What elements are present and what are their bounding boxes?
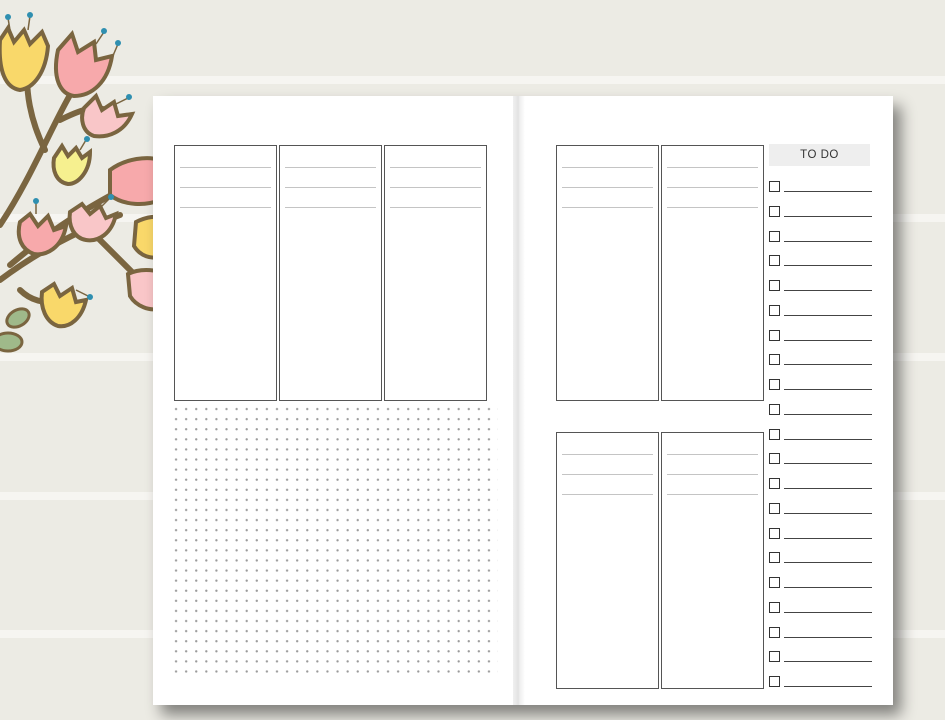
column-header-line <box>562 494 653 495</box>
todo-write-line[interactable] <box>784 562 872 564</box>
floral-decoration <box>0 12 160 353</box>
todo-checkbox[interactable] <box>769 552 780 564</box>
column-header-line <box>562 167 653 168</box>
todo-checkbox[interactable] <box>769 601 780 613</box>
todo-item <box>769 402 873 427</box>
todo-checkbox[interactable] <box>769 329 780 341</box>
todo-checkbox[interactable] <box>769 304 780 316</box>
left-column-1[interactable] <box>174 145 277 401</box>
todo-write-line[interactable] <box>784 537 872 539</box>
todo-write-line[interactable] <box>784 191 872 192</box>
todo-write-line[interactable] <box>784 265 872 267</box>
todo-checkbox[interactable] <box>769 379 780 390</box>
right-bottom-column-2[interactable] <box>661 432 764 689</box>
todo-item <box>769 352 873 377</box>
column-header-line <box>667 494 758 495</box>
todo-title: TO DO <box>769 144 870 166</box>
todo-checkbox[interactable] <box>769 527 780 539</box>
todo-write-line[interactable] <box>784 463 872 465</box>
todo-item <box>769 204 873 229</box>
todo-write-line[interactable] <box>784 240 872 242</box>
todo-checkbox[interactable] <box>769 428 780 440</box>
column-header-line <box>180 207 271 208</box>
todo-write-line[interactable] <box>784 413 872 415</box>
todo-checkbox[interactable] <box>769 403 780 415</box>
todo-write-line[interactable] <box>784 314 872 316</box>
todo-write-line[interactable] <box>784 389 872 390</box>
column-header-line <box>562 207 653 208</box>
todo-checkbox[interactable] <box>769 478 780 489</box>
todo-checkbox[interactable] <box>769 354 780 366</box>
todo-checkbox[interactable] <box>769 255 780 267</box>
todo-item <box>769 649 873 674</box>
todo-write-line[interactable] <box>784 661 872 663</box>
column-header-line <box>667 187 758 188</box>
todo-item <box>769 328 873 353</box>
todo-item <box>769 377 873 402</box>
todo-write-line[interactable] <box>784 339 872 341</box>
right-top-column-2[interactable] <box>661 145 764 401</box>
todo-checkbox[interactable] <box>769 502 780 514</box>
todo-checkbox[interactable] <box>769 181 780 192</box>
todo-item <box>769 451 873 476</box>
column-header-line <box>667 167 758 168</box>
todo-write-line[interactable] <box>784 636 872 638</box>
planner-spread: TO DO <box>153 96 893 705</box>
left-column-3[interactable] <box>384 145 487 401</box>
column-header-line <box>285 187 376 188</box>
page-gutter <box>513 96 525 705</box>
dot-grid[interactable] <box>171 404 498 680</box>
todo-checkbox[interactable] <box>769 626 780 638</box>
todo-item <box>769 476 873 501</box>
todo-item <box>769 526 873 551</box>
todo-checkbox[interactable] <box>769 577 780 588</box>
todo-checkbox[interactable] <box>769 280 780 291</box>
todo-write-line[interactable] <box>784 488 872 489</box>
todo-checkbox[interactable] <box>769 230 780 242</box>
right-bottom-column-1[interactable] <box>556 432 659 689</box>
todo-write-line[interactable] <box>784 215 872 217</box>
todo-write-line[interactable] <box>784 512 872 514</box>
column-header-line <box>667 474 758 475</box>
column-header-line <box>667 207 758 208</box>
column-header-line <box>180 187 271 188</box>
todo-item <box>769 674 873 699</box>
column-header-line <box>180 167 271 168</box>
column-header-line <box>285 167 376 168</box>
todo-item <box>769 427 873 452</box>
column-header-line <box>285 207 376 208</box>
todo-item <box>769 501 873 526</box>
column-header-line <box>390 207 481 208</box>
todo-item <box>769 550 873 575</box>
todo-item <box>769 303 873 328</box>
todo-write-line[interactable] <box>784 587 872 588</box>
column-header-line <box>562 187 653 188</box>
todo-checkbox[interactable] <box>769 651 780 663</box>
todo-checkbox[interactable] <box>769 205 780 217</box>
left-column-2[interactable] <box>279 145 382 401</box>
column-header-line <box>562 454 653 455</box>
todo-item <box>769 253 873 278</box>
todo-write-line[interactable] <box>784 290 872 291</box>
todo-item <box>769 625 873 650</box>
todo-item <box>769 575 873 600</box>
todo-write-line[interactable] <box>784 686 872 687</box>
todo-item <box>769 278 873 303</box>
todo-write-line[interactable] <box>784 611 872 613</box>
todo-list <box>769 179 873 699</box>
todo-checkbox[interactable] <box>769 676 780 687</box>
todo-item <box>769 600 873 625</box>
todo-item <box>769 229 873 254</box>
column-header-line <box>667 454 758 455</box>
column-header-line <box>562 474 653 475</box>
todo-item <box>769 179 873 204</box>
todo-checkbox[interactable] <box>769 453 780 465</box>
todo-write-line[interactable] <box>784 364 872 366</box>
todo-write-line[interactable] <box>784 438 872 440</box>
right-top-column-1[interactable] <box>556 145 659 401</box>
column-header-line <box>390 187 481 188</box>
column-header-line <box>390 167 481 168</box>
